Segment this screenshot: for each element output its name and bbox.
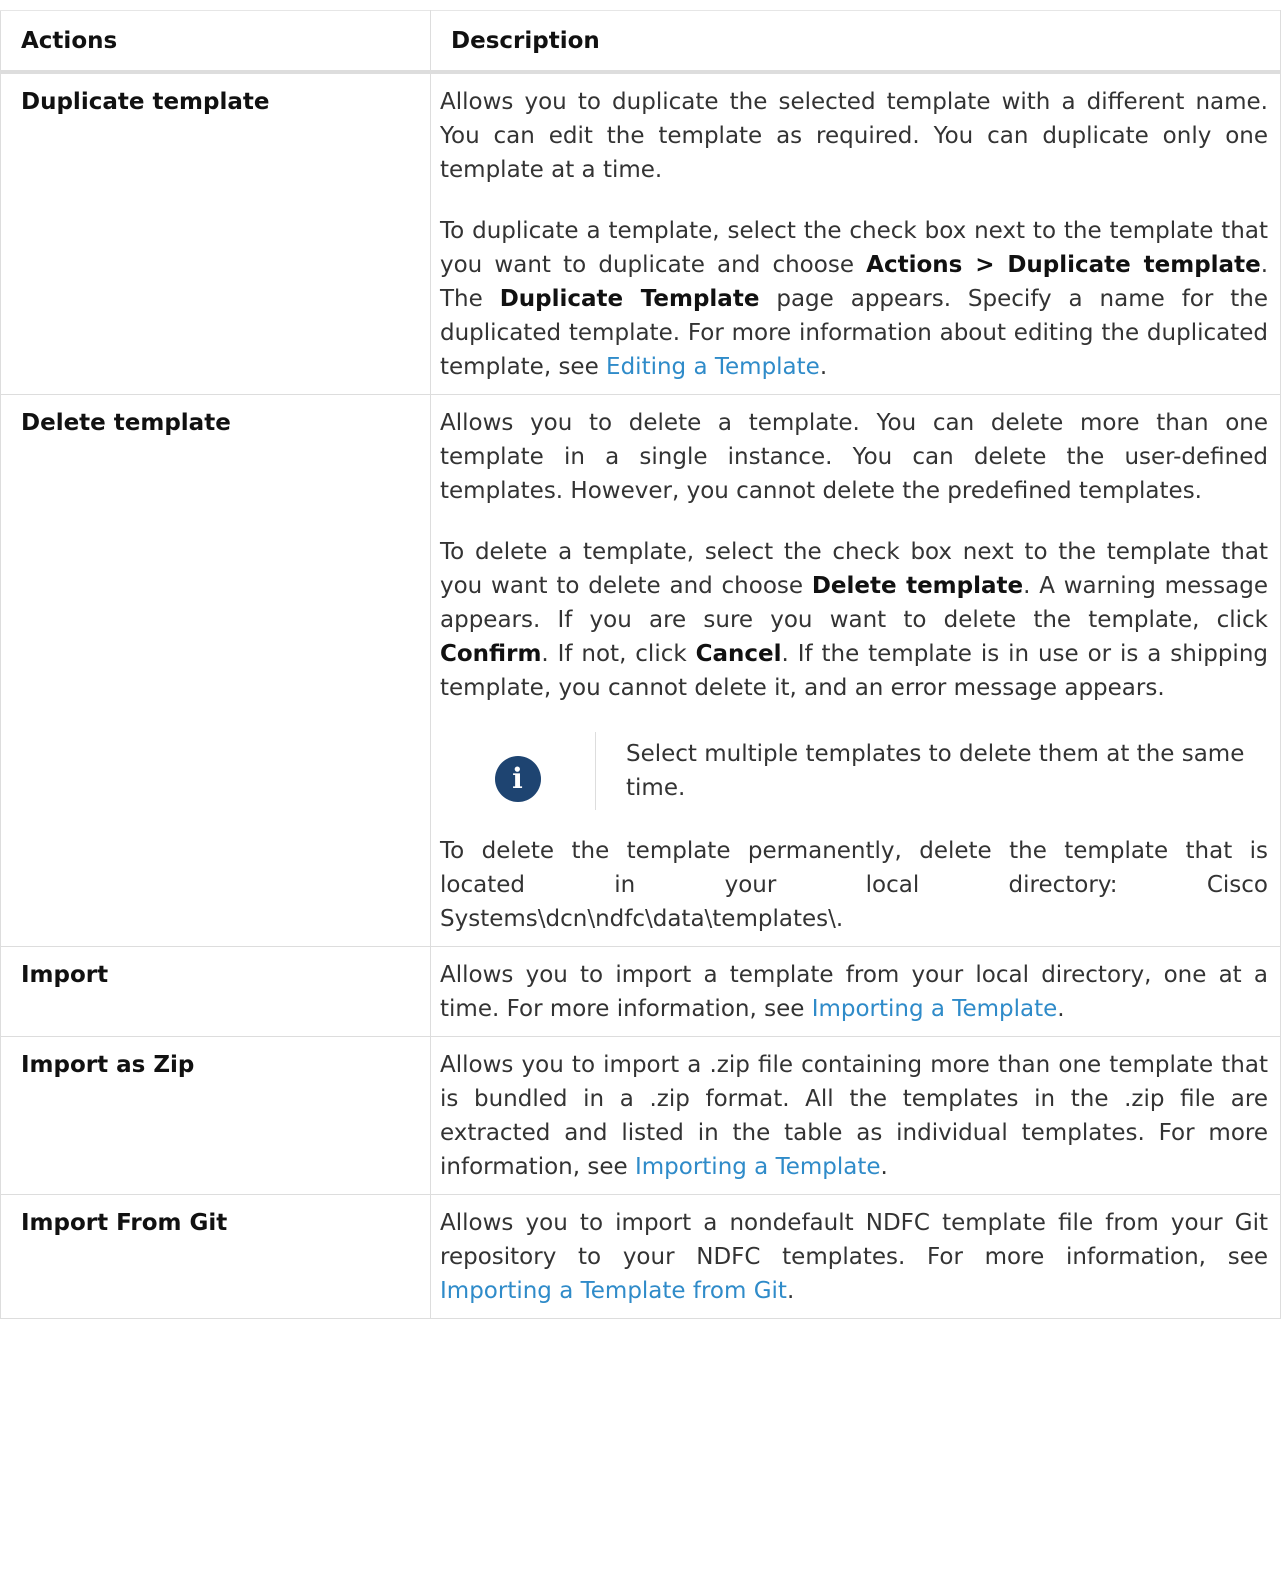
header-description: Description	[430, 10, 1281, 74]
cancel-label: Cancel	[695, 641, 782, 667]
description-paragraph: Allows you to delete a template. You can…	[440, 410, 1268, 504]
link-importing-a-template-from-git[interactable]: Importing a Template from Git	[440, 1278, 787, 1304]
menu-item-name: Delete template	[811, 573, 1024, 599]
note-text: Select multiple templates to delete them…	[595, 732, 1246, 810]
action-description: Allows you to delete a template. You can…	[430, 394, 1281, 947]
action-description: Allows you to duplicate the selected tem…	[430, 71, 1281, 395]
table-row: Import as Zip Allows you to import a .zi…	[0, 1036, 1281, 1195]
description-paragraph: Allows you to import a .zip file contain…	[440, 1048, 1268, 1184]
info-note: i Select multiple templates to delete th…	[440, 732, 1268, 810]
link-importing-a-template[interactable]: Importing a Template	[812, 996, 1058, 1022]
info-icon: i	[494, 756, 541, 802]
table-row: Import From Git Allows you to import a n…	[0, 1194, 1281, 1319]
actions-table: Actions Description Duplicate template A…	[0, 10, 1281, 1319]
description-paragraph: Allows you to import a template from you…	[440, 958, 1268, 1026]
action-description: Allows you to import a nondefault NDFC t…	[430, 1194, 1281, 1319]
action-description: Allows you to import a template from you…	[430, 946, 1281, 1037]
text: .	[880, 1154, 888, 1180]
action-name: Duplicate template	[0, 71, 431, 395]
table-row: Delete template Allows you to delete a t…	[0, 394, 1281, 947]
description-paragraph: To delete a template, select the check b…	[440, 535, 1268, 705]
action-name: Delete template	[0, 394, 431, 947]
link-importing-a-template[interactable]: Importing a Template	[635, 1154, 881, 1180]
text: .	[819, 354, 828, 380]
action-name: Import From Git	[0, 1194, 431, 1319]
link-editing-a-template[interactable]: Editing a Template	[606, 354, 820, 380]
text: .	[1057, 996, 1065, 1022]
action-name: Import as Zip	[0, 1036, 431, 1195]
text: .	[786, 1278, 795, 1304]
table-row: Duplicate template Allows you to duplica…	[0, 71, 1281, 395]
page-name: Duplicate Template	[499, 286, 760, 312]
description-paragraph: To duplicate a template, select the chec…	[440, 214, 1268, 384]
table-header-row: Actions Description	[0, 10, 1281, 74]
header-actions: Actions	[0, 10, 431, 74]
text: Allows you to import a nondefault NDFC t…	[440, 1210, 1268, 1270]
table-row: Import Allows you to import a template f…	[0, 946, 1281, 1037]
description-paragraph: Allows you to import a nondefault NDFC t…	[440, 1206, 1268, 1308]
action-description: Allows you to import a .zip file contain…	[430, 1036, 1281, 1195]
text: . If not, click	[541, 641, 696, 667]
menu-path: Actions > Duplicate template	[866, 252, 1261, 278]
description-paragraph: To delete the template permanently, dele…	[440, 838, 1268, 932]
note-icon-cell: i	[440, 732, 595, 802]
description-paragraph: Allows you to duplicate the selected tem…	[440, 89, 1268, 183]
confirm-label: Confirm	[440, 641, 542, 667]
action-name: Import	[0, 946, 431, 1037]
